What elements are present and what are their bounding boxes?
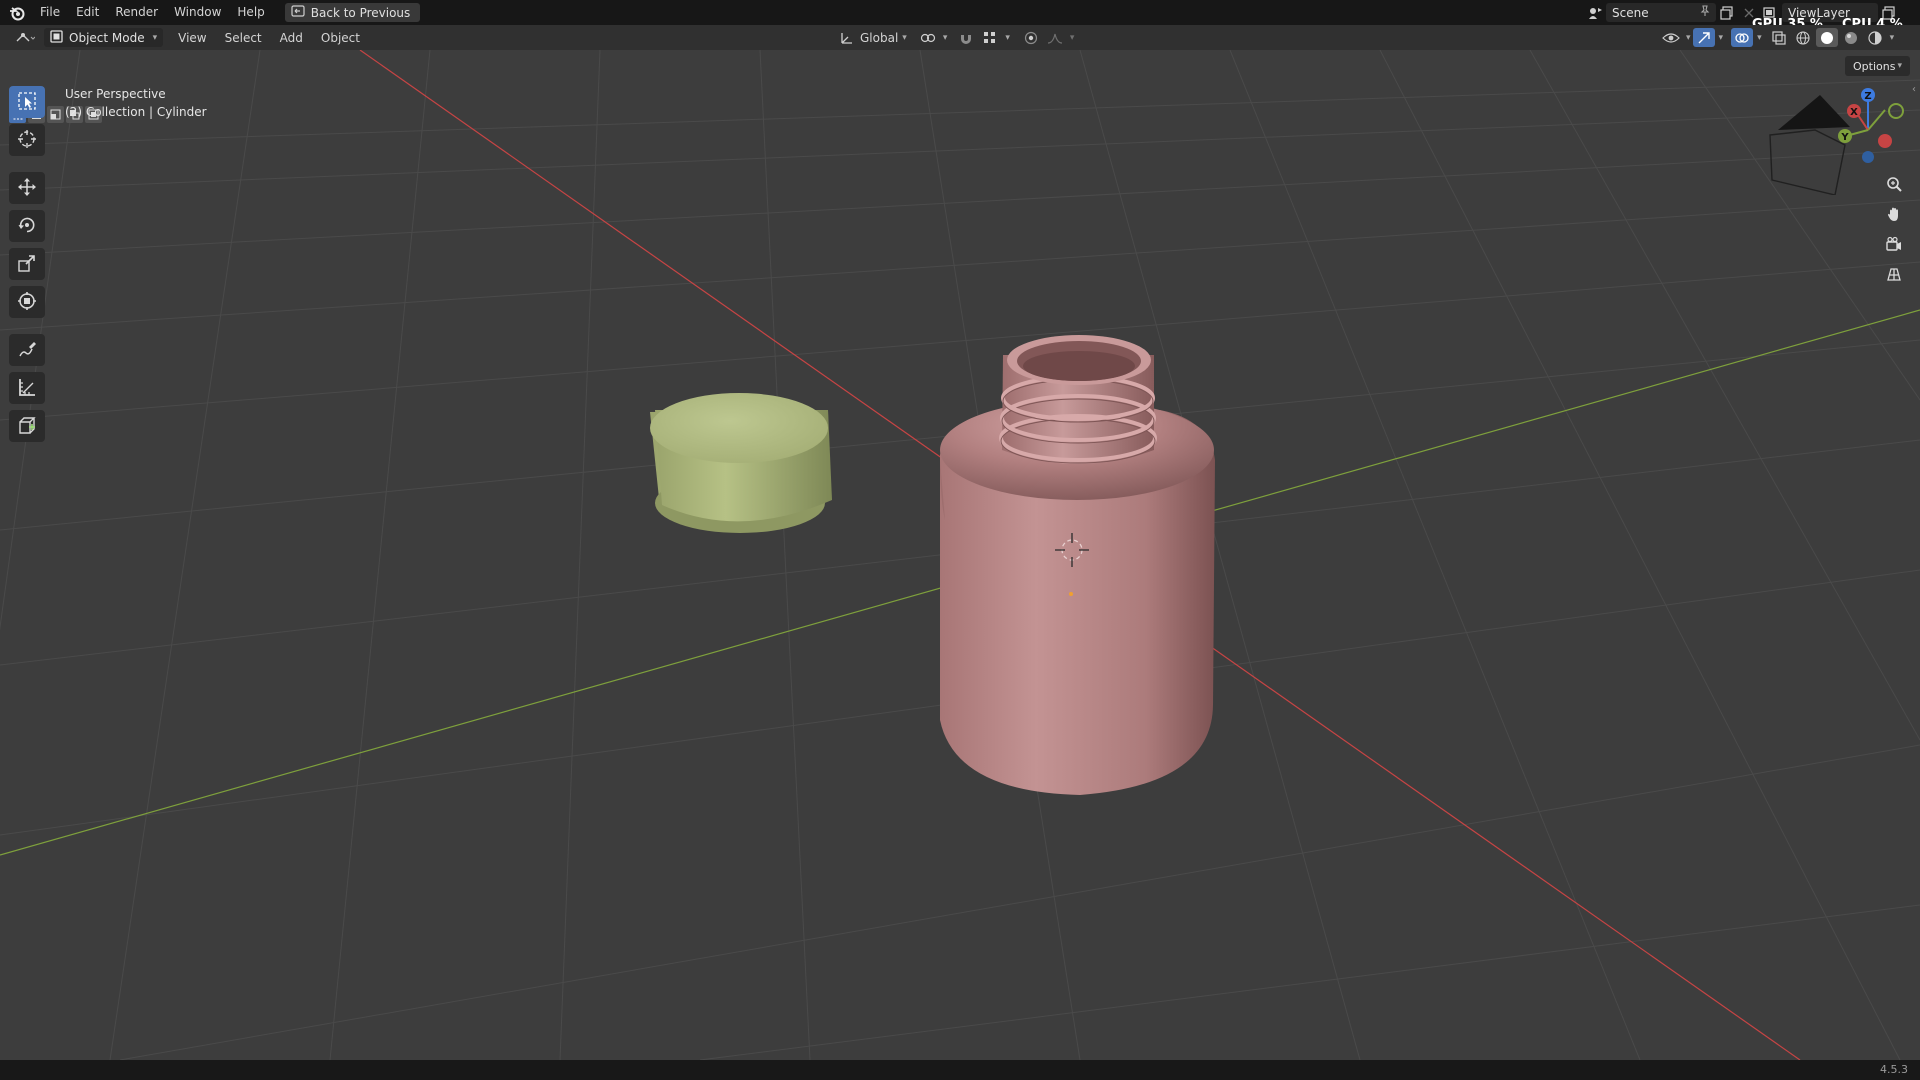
annotate-tool[interactable] <box>9 334 45 366</box>
options-dropdown[interactable]: Options ▾ <box>1845 56 1910 76</box>
select-box-tool[interactable] <box>9 86 45 118</box>
back-to-previous-button[interactable]: Back to Previous <box>284 3 421 22</box>
viewport-shading-controls: ▾ ▾ ▾ ▾ <box>1660 28 1894 47</box>
chevron-down-icon[interactable]: ▾ <box>943 33 948 43</box>
measure-tool[interactable] <box>9 372 45 404</box>
menu-file[interactable]: File <box>32 0 68 25</box>
chevron-down-icon[interactable]: ▾ <box>902 33 907 43</box>
object-mode-dropdown[interactable]: Object Mode ▾ <box>44 28 164 47</box>
xray-toggle-icon[interactable] <box>1768 28 1790 47</box>
visibility-eye-icon[interactable] <box>1660 28 1682 47</box>
back-to-previous-label: Back to Previous <box>310 5 411 20</box>
select-subtract-icon[interactable] <box>47 106 64 123</box>
viewport-header: Object Mode ▾ View Select Add Object Glo… <box>0 25 1920 50</box>
shading-solid-icon[interactable] <box>1815 28 1838 47</box>
pan-hand-icon[interactable] <box>1882 202 1906 226</box>
chevron-left-icon[interactable]: ‹ <box>1912 84 1916 95</box>
orientation-label[interactable]: Global <box>860 31 898 45</box>
annotate-pencil-icon <box>17 339 37 362</box>
cursor-icon <box>17 129 37 152</box>
rotate-icon <box>17 215 37 238</box>
tool-shelf <box>8 86 46 442</box>
scale-icon <box>17 253 37 276</box>
snap-magnet-icon[interactable] <box>955 28 977 47</box>
cursor-tool[interactable] <box>9 124 45 156</box>
orientation-icon[interactable] <box>836 28 858 47</box>
chevron-down-icon[interactable]: ▾ <box>1005 33 1010 43</box>
object-origin <box>1069 592 1073 596</box>
gizmo-x-label: X <box>1850 107 1858 118</box>
snap-increment-icon[interactable] <box>979 28 1001 47</box>
camera-view-icon[interactable] <box>1882 232 1906 256</box>
rotate-tool[interactable] <box>9 210 45 242</box>
object-mode-icon <box>50 29 63 46</box>
shading-material-icon[interactable] <box>1840 28 1862 47</box>
perspective-toggle-icon[interactable] <box>1882 262 1906 286</box>
pivot-point-icon[interactable] <box>917 28 939 47</box>
view-perspective-label: User Perspective <box>65 87 166 101</box>
back-icon <box>291 5 305 20</box>
shading-rendered-icon[interactable] <box>1864 28 1886 47</box>
new-scene-icon[interactable] <box>1716 3 1738 22</box>
chevron-down-icon: ▾ <box>152 32 158 43</box>
zoom-icon[interactable] <box>1882 172 1906 196</box>
falloff-icon[interactable] <box>1044 28 1066 47</box>
gizmo-neg-z-axis <box>1862 151 1874 163</box>
status-bar: 4.5.3 <box>0 1060 1920 1080</box>
chevron-down-icon[interactable]: ▾ <box>1719 33 1724 43</box>
transform-icon <box>17 291 37 314</box>
menu-select[interactable]: Select <box>216 31 271 45</box>
gizmo-neg-x-axis <box>1878 134 1892 148</box>
chevron-down-icon[interactable]: ▾ <box>1070 33 1075 43</box>
chevron-down-icon: ▾ <box>1897 61 1902 71</box>
scene-icon[interactable] <box>1584 3 1606 22</box>
blender-logo-icon[interactable] <box>8 4 26 22</box>
menu-add[interactable]: Add <box>271 31 312 45</box>
viewport-scene <box>0 50 1920 1060</box>
gizmo-y-label: Y <box>1840 132 1849 143</box>
transform-tool[interactable] <box>9 286 45 318</box>
chevron-down-icon[interactable]: ▾ <box>1757 33 1762 43</box>
cap-object <box>650 393 832 533</box>
shading-wireframe-icon[interactable] <box>1792 28 1814 47</box>
overlays-icon[interactable] <box>1731 28 1754 47</box>
options-label: Options <box>1853 59 1896 73</box>
menu-help[interactable]: Help <box>229 0 272 25</box>
active-collection-label: (2) Collection | Cylinder <box>65 105 207 119</box>
measure-ruler-icon <box>17 377 37 400</box>
gizmo-z-label: Z <box>1864 91 1871 102</box>
editor-type-icon[interactable] <box>10 28 40 47</box>
bottle-object <box>940 335 1215 795</box>
menu-window[interactable]: Window <box>166 0 229 25</box>
scene-selector: Scene <box>1584 0 1760 25</box>
add-cube-tool[interactable] <box>9 410 45 442</box>
menu-render[interactable]: Render <box>107 0 166 25</box>
scale-tool[interactable] <box>9 248 45 280</box>
add-cube-icon <box>17 415 37 438</box>
select-box-icon <box>17 91 37 114</box>
scene-name-field[interactable]: Scene <box>1606 3 1716 22</box>
scene-name: Scene <box>1612 5 1649 20</box>
chevron-down-icon[interactable]: ▾ <box>1890 33 1895 43</box>
gizmo-neg-y-axis <box>1888 103 1904 119</box>
top-bar: File Edit Render Window Help Back to Pre… <box>0 0 1920 32</box>
object-mode-label: Object Mode <box>69 30 145 45</box>
transform-controls: Global ▾ ▾ ▾ ▾ <box>836 28 1074 47</box>
3d-viewport[interactable]: User Perspective (2) Collection | Cylind… <box>0 50 1920 1060</box>
menu-view[interactable]: View <box>169 31 215 45</box>
version-label: 4.5.3 <box>1880 1063 1908 1076</box>
menu-edit[interactable]: Edit <box>68 0 107 25</box>
move-tool[interactable] <box>9 172 45 204</box>
proportional-editing-icon[interactable] <box>1020 28 1042 47</box>
chevron-down-icon[interactable]: ▾ <box>1686 33 1691 43</box>
gizmo-toggle-icon[interactable] <box>1692 28 1715 47</box>
pin-icon[interactable] <box>1700 5 1710 20</box>
move-icon <box>17 177 37 200</box>
menu-object[interactable]: Object <box>312 31 369 45</box>
